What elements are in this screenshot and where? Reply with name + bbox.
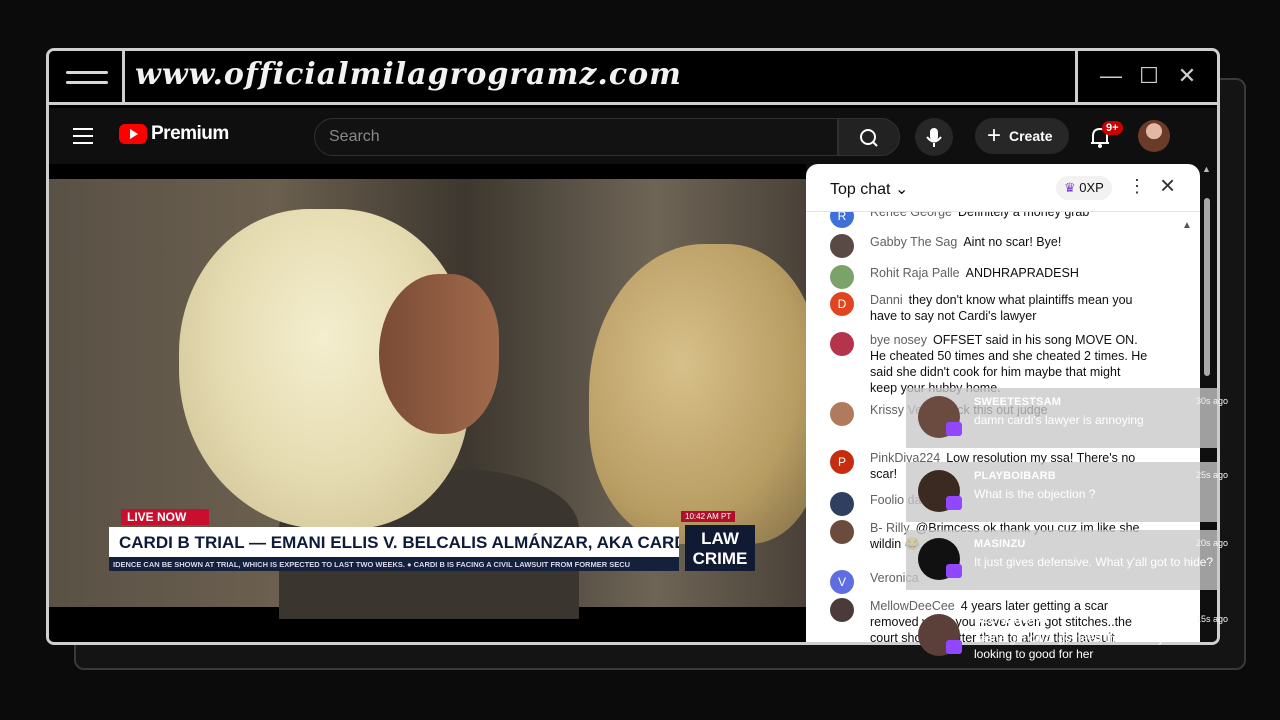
chat-author[interactable]: Gabby The Sag: [870, 235, 957, 249]
youtube-play-icon: [119, 124, 147, 144]
chat-message: bye nosey OFFSET said in his song MOVE ON…: [830, 332, 1150, 396]
more-options-icon[interactable]: ⋮: [1128, 176, 1146, 197]
voice-search-button[interactable]: [915, 118, 953, 156]
chat-author[interactable]: Rohit Raja Palle: [870, 266, 960, 280]
video-player[interactable]: LIVE NOW 10:42 AM PT CARDI B TRIAL — EMA…: [49, 164, 806, 642]
chat-text: ANDHRAPRADESH: [965, 266, 1079, 280]
overlay-timestamp: 25s ago: [1196, 470, 1229, 480]
chat-header: Top chat ⌄ ♛ 0XP ⋮ ×: [806, 164, 1200, 212]
overlay-username: BLONDIWAVY: [974, 614, 1050, 626]
overlay-username: SWEETESTSAM: [974, 396, 1062, 408]
broadcast-time: 10:42 AM PT: [681, 511, 736, 522]
brand-line-1: LAW: [701, 529, 739, 548]
notification-badge: 9+: [1102, 121, 1123, 135]
overlay-timestamp: 30s ago: [1196, 396, 1229, 406]
lower-third-headline: CARDI B TRIAL — EMANI ELLIS V. BELCALIS …: [109, 527, 679, 557]
overlay-notification: BLONDIWAVY 15s ago Tasha girl cardi go nee…: [906, 606, 1228, 666]
close-chat-icon[interactable]: ×: [1160, 170, 1175, 201]
scene-face: [379, 274, 499, 434]
chat-avatar[interactable]: V: [830, 570, 854, 594]
chat-message-body: Danni they don't know what plaintiffs mea…: [830, 292, 1150, 324]
chat-text: Definitely a money grab: [958, 212, 1090, 219]
chat-avatar[interactable]: [830, 520, 854, 544]
overlay-timestamp: 15s ago: [1196, 614, 1229, 624]
logo-text: Premium: [151, 123, 229, 144]
minimize-button[interactable]: —: [1098, 63, 1124, 89]
xp-value: 0XP: [1079, 180, 1104, 195]
chat-author[interactable]: bye nosey: [870, 333, 927, 347]
search-icon: [860, 129, 878, 147]
overlay-notification: MASINZU 20s ago It just gives defensive. W…: [906, 530, 1228, 590]
chat-message: R Renee George Definitely a money grab: [830, 212, 1150, 228]
scene-person-right: [589, 244, 806, 544]
lower-third: LIVE NOW 10:42 AM PT CARDI B TRIAL — EMA…: [101, 509, 756, 579]
overlay-message: Tasha girl cardi go need that money it a…: [974, 631, 1199, 661]
guide-menu-icon[interactable]: [73, 128, 93, 144]
plus-icon: +: [987, 122, 1002, 149]
overlay-message: damn cardi's lawyer is annoying: [974, 413, 1144, 427]
chat-message-body: Renee George Definitely a money grab: [830, 212, 1150, 220]
maximize-button[interactable]: ☐: [1136, 63, 1162, 89]
search-button[interactable]: [838, 118, 900, 156]
page-scroll-up-icon[interactable]: ▲: [1202, 164, 1211, 174]
window-url-title: www.officialmilagrogramz.com: [135, 57, 682, 92]
youtube-logo[interactable]: Premium: [119, 123, 229, 145]
chat-avatar[interactable]: P: [830, 450, 854, 474]
chat-avatar[interactable]: [830, 265, 854, 289]
twitch-icon: [946, 640, 962, 654]
search-input[interactable]: Search: [314, 118, 838, 156]
account-avatar[interactable]: [1138, 120, 1170, 152]
menu-icon-line: [66, 81, 108, 84]
window-titlebar: www.officialmilagrogramz.com — ☐ ✕: [49, 51, 1217, 105]
overlay-message: What is the objection ?: [974, 487, 1096, 501]
menu-icon: [66, 71, 108, 74]
overlay-username: PLAYBOIBARB: [974, 470, 1056, 482]
xp-badge[interactable]: ♛ 0XP: [1056, 176, 1112, 200]
twitch-icon: [946, 564, 962, 578]
chat-avatar[interactable]: [830, 598, 854, 622]
chat-avatar[interactable]: [830, 332, 854, 356]
chat-message: Gabby The Sag Aint no scar! Bye!: [830, 234, 1150, 258]
chat-title: Top chat: [830, 181, 891, 198]
window-controls: — ☐ ✕: [1075, 51, 1217, 102]
chat-author[interactable]: Danni: [870, 293, 903, 307]
chat-avatar[interactable]: R: [830, 212, 854, 228]
overlay-notification: PLAYBOIBARB 25s ago What is the objection …: [906, 462, 1228, 522]
overlay-message: It just gives defensive. What y'all got …: [974, 555, 1214, 569]
chat-author[interactable]: B- Rilly: [870, 521, 910, 535]
twitch-icon: [946, 496, 962, 510]
chat-avatar[interactable]: [830, 402, 854, 426]
brand-line-2: CRIME: [692, 549, 748, 568]
chat-message-body: Rohit Raja Palle ANDHRAPRADESH: [830, 265, 1150, 281]
window-menu-button[interactable]: [49, 51, 125, 102]
chat-message: D Danni they don't know what plaintiffs me…: [830, 292, 1150, 324]
crown-icon: ♛: [1064, 180, 1076, 195]
chat-text: Aint no scar! Bye!: [963, 235, 1062, 249]
chat-mode-dropdown[interactable]: Top chat ⌄: [830, 179, 908, 199]
chat-message-body: Gabby The Sag Aint no scar! Bye!: [830, 234, 1150, 250]
chat-avatar[interactable]: [830, 492, 854, 516]
twitch-icon: [946, 422, 962, 436]
chat-message-body: bye nosey OFFSET said in his song MOVE ON…: [830, 332, 1150, 396]
chevron-down-icon: ⌄: [894, 181, 909, 198]
chat-avatar[interactable]: [830, 234, 854, 258]
close-window-button[interactable]: ✕: [1174, 63, 1200, 89]
chat-text: they don't know what plaintiffs mean you…: [870, 293, 1133, 323]
live-now-label: LIVE NOW: [121, 509, 209, 525]
youtube-header: Premium Search + Create 9+: [49, 108, 1217, 164]
chat-message: Rohit Raja Palle ANDHRAPRADESH: [830, 265, 1150, 289]
law-crime-logo: LAW CRIME: [685, 525, 755, 571]
create-button[interactable]: + Create: [975, 118, 1069, 154]
microphone-icon: [926, 128, 942, 147]
chat-avatar[interactable]: D: [830, 292, 854, 316]
chat-author[interactable]: Renee George: [870, 212, 952, 219]
overlay-username: MASINZU: [974, 538, 1026, 550]
overlay-notification: SWEETESTSAM 30s ago damn cardi's lawyer is…: [906, 388, 1228, 448]
overlay-timestamp: 20s ago: [1196, 538, 1229, 548]
page-scrollbar[interactable]: [1204, 198, 1210, 376]
create-label: Create: [1009, 128, 1053, 144]
news-ticker: IDENCE CAN BE SHOWN AT TRIAL, WHICH IS E…: [109, 557, 679, 571]
